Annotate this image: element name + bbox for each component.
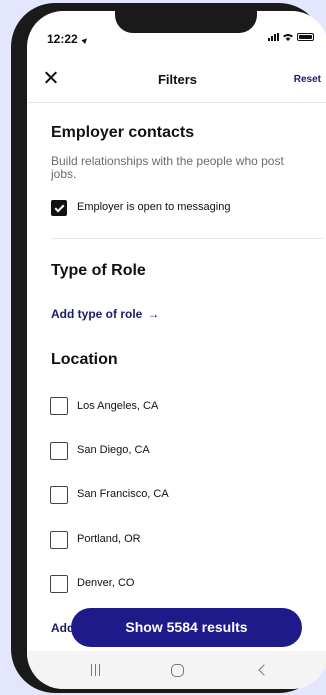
location-label-portland: Portland, OR (77, 533, 141, 545)
wifi-icon (283, 34, 293, 41)
show-results-button[interactable]: Show 5584 results (71, 608, 302, 647)
employer-messaging-label: Employer is open to messaging (77, 201, 231, 213)
recents-icon[interactable] (91, 664, 100, 676)
home-icon[interactable] (171, 664, 184, 677)
employer-contacts-description: Build relationships with the people who … (51, 154, 284, 181)
type-of-role-title: Type of Role (51, 262, 146, 279)
filters-header: Filters Reset (27, 65, 326, 103)
employer-contacts-title: Employer contacts (51, 124, 195, 141)
location-label-los-angeles: Los Angeles, CA (77, 400, 159, 412)
section-divider (51, 238, 323, 239)
location-checkbox-portland[interactable] (50, 531, 68, 549)
status-time: 12:22▲ (47, 32, 92, 47)
back-icon[interactable] (258, 664, 270, 676)
add-type-of-role-link[interactable]: Add type of role → (51, 307, 159, 321)
location-checkbox-los-angeles[interactable] (50, 397, 68, 415)
location-checkbox-denver[interactable] (50, 575, 68, 593)
screen: 12:22▲ Filters Reset Employer contacts B… (27, 11, 326, 689)
phone-frame: 12:22▲ Filters Reset Employer contacts B… (11, 3, 326, 693)
location-label-san-diego: San Diego, CA (77, 444, 150, 456)
arrow-right-icon: → (147, 307, 160, 321)
add-type-of-role-label: Add type of role (51, 307, 143, 321)
reset-button[interactable]: Reset (294, 74, 321, 85)
employer-messaging-checkbox[interactable] (51, 200, 67, 216)
status-bar: 12:22▲ (27, 11, 326, 55)
location-label-denver: Denver, CO (77, 577, 135, 589)
battery-icon (297, 33, 314, 41)
location-arrow-icon: ▲ (78, 33, 92, 47)
status-icons (268, 33, 314, 41)
location-label-san-francisco: San Francisco, CA (77, 488, 169, 500)
location-title: Location (51, 351, 118, 368)
android-nav-bar (27, 651, 326, 689)
status-time-text: 12:22 (47, 32, 78, 46)
page-title: Filters (157, 72, 197, 87)
signal-icon (268, 33, 279, 41)
location-checkbox-san-diego[interactable] (50, 442, 68, 460)
location-checkbox-san-francisco[interactable] (50, 486, 68, 504)
checkmark-icon (54, 202, 65, 213)
